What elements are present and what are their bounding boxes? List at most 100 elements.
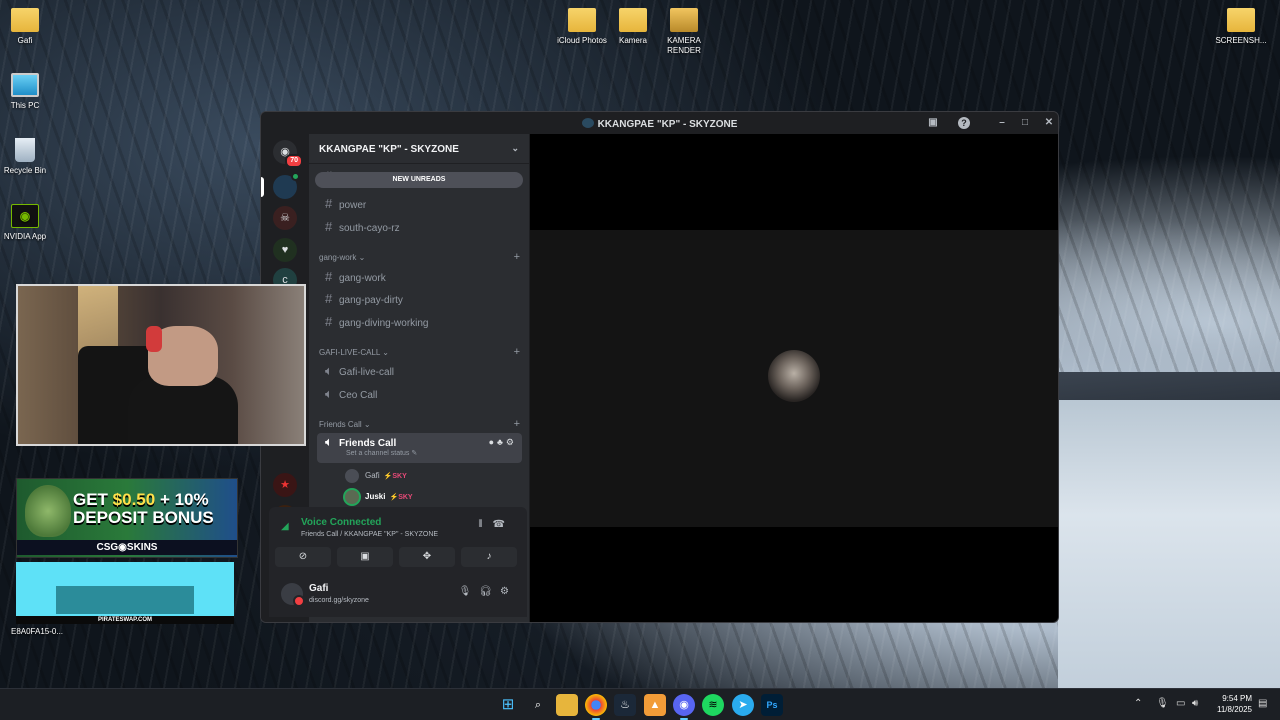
channel-gang-pay-dirty[interactable]: # gang-pay-dirty: [317, 289, 522, 309]
help-icon[interactable]: ?: [958, 117, 970, 129]
chrome-icon[interactable]: [585, 694, 607, 720]
file-explorer-icon[interactable]: [556, 694, 578, 716]
camera-off-icon: ⊘: [298, 551, 308, 562]
minimize-button[interactable]: –: [994, 115, 1010, 131]
channel-actions: ●♣⚙: [489, 433, 517, 451]
voice-member[interactable]: Gafi ⚡SKY: [345, 468, 407, 484]
ad-brand: CSG◉SKINS: [17, 540, 237, 555]
server-icon-mask[interactable]: ☠: [273, 206, 297, 230]
inbox-icon[interactable]: ▣: [925, 115, 941, 131]
user-avatar[interactable]: [281, 583, 305, 607]
server-header[interactable]: KKANGPAE "KP" - SKYZONE ⌄: [309, 134, 529, 164]
voice-member[interactable]: Juski ⚡SKY: [345, 489, 413, 505]
microphone-tray-icon[interactable]: 🎙︎: [1156, 698, 1169, 709]
add-channel-icon[interactable]: +: [514, 418, 520, 430]
direct-messages-icon[interactable]: ◉ 70: [273, 140, 303, 168]
voice-location[interactable]: Friends Call / KKANGPAE "KP" - SKYZONE: [301, 531, 438, 538]
camera-button[interactable]: ⊘: [275, 547, 331, 567]
desktop-icon-screenshots[interactable]: SCREENSH...: [1210, 8, 1272, 46]
speaker-icon: 🔈︎: [325, 363, 333, 378]
ad-headline-prefix: GET: [73, 490, 113, 509]
disconnect-icon[interactable]: ☎: [493, 519, 515, 530]
participant-avatar[interactable]: [768, 350, 820, 402]
channel-power[interactable]: # power: [317, 194, 522, 214]
voice-panel: ◢ Voice Connected Friends Call / KKANGPA…: [269, 507, 527, 617]
sponsor-banner-2[interactable]: PIRATESWAP.COM: [16, 562, 234, 624]
voice-controls: ⫴☎: [478, 519, 515, 530]
steam-icon[interactable]: ♨: [614, 694, 636, 716]
streamer-body: [128, 376, 238, 444]
vlc-icon[interactable]: ▲: [644, 694, 666, 716]
windows-start-icon[interactable]: ⊞: [497, 694, 519, 716]
channel-name: gang-diving-working: [339, 318, 429, 329]
photoshop-icon[interactable]: Ps: [761, 694, 783, 716]
computer-icon: [11, 73, 39, 97]
maximize-button[interactable]: □: [1017, 115, 1033, 131]
webcam-overlay: [16, 284, 306, 446]
desktop-icon-file[interactable]: E8A0FA15-0...: [0, 627, 76, 637]
settings-gear-icon[interactable]: ⚙: [506, 437, 517, 447]
voice-status[interactable]: Voice Connected: [301, 517, 381, 528]
server-icon-star[interactable]: ★: [273, 473, 297, 497]
spotify-icon[interactable]: ≋: [702, 694, 724, 716]
discord-window[interactable]: KKANGPAE "KP" - SKYZONE ▣ ? – □ ✕ ◉ 70 ☠ …: [260, 111, 1059, 623]
desktop-icon-kamera-render[interactable]: KAMERA RENDER: [653, 8, 715, 56]
user-name[interactable]: Gafi: [309, 583, 328, 594]
new-unreads-bar[interactable]: NEW UNREADS: [315, 172, 523, 188]
discord-icon[interactable]: ◉: [673, 694, 695, 720]
server-icon-skyzone[interactable]: [273, 172, 300, 199]
headphones-icon[interactable]: 🎧︎: [479, 586, 500, 597]
channel-gang-work[interactable]: # gang-work: [317, 267, 522, 287]
desktop-icon-nvidia[interactable]: ◉ NVIDIA App: [0, 204, 56, 242]
desktop-icon-recycle-bin[interactable]: Recycle Bin: [0, 138, 56, 176]
noise-suppression-icon[interactable]: ⫴: [478, 519, 492, 530]
window-titlebar[interactable]: KKANGPAE "KP" - SKYZONE ▣ ? – □ ✕: [261, 112, 1058, 134]
invite-icon[interactable]: ♣: [497, 437, 506, 447]
member-name: Gafi: [365, 471, 380, 480]
desktop-icon-this-pc[interactable]: This PC: [0, 73, 56, 111]
notification-icon[interactable]: ▤: [1258, 698, 1267, 709]
notification-badge: 70: [285, 154, 303, 168]
add-channel-icon[interactable]: +: [514, 251, 520, 263]
volume-icon[interactable]: 🔊︎: [1192, 698, 1198, 709]
member-tag-text: SKY: [392, 473, 407, 480]
chevron-up-icon[interactable]: ⌃: [1134, 698, 1142, 709]
channel-status-text: Set a channel status: [346, 450, 410, 457]
desktop-icon-gafi[interactable]: Gafi: [0, 8, 56, 46]
ad-headline-bonus: DEPOSIT BONUS: [73, 508, 214, 527]
activities-icon: ✥: [422, 551, 432, 562]
channel-friends-call[interactable]: 🔈︎ Friends Call Set a channel status ✎ ●♣…: [317, 433, 522, 463]
category-gafi-live-call[interactable]: GAFI-LIVE-CALL ⌄ +: [319, 346, 524, 358]
voice-stage[interactable]: [530, 230, 1058, 527]
screen-share-button[interactable]: ▣: [337, 547, 393, 567]
channel-gang-diving-working[interactable]: # gang-diving-working: [317, 312, 522, 332]
video-stage-top: [530, 134, 1058, 230]
channel-south-cayo-rz[interactable]: # south-cayo-rz: [317, 217, 522, 237]
channel-ceo-call[interactable]: 🔈︎ Ceo Call: [317, 384, 522, 404]
close-button[interactable]: ✕: [1041, 115, 1057, 131]
category-friends-call[interactable]: Friends Call ⌄ +: [319, 418, 524, 430]
sponsor-banner[interactable]: GET $0.50 + 10% DEPOSIT BONUS CSG◉SKINS: [16, 478, 238, 558]
signal-icon[interactable]: ◢: [281, 521, 289, 532]
activities-button[interactable]: ✥: [399, 547, 455, 567]
network-icon[interactable]: ▭: [1176, 698, 1185, 709]
server-icon-heart[interactable]: ♥: [273, 238, 297, 262]
user-settings-gear-icon[interactable]: ⚙: [500, 586, 517, 597]
channel-gafi-live-call[interactable]: 🔈︎ Gafi-live-call: [317, 361, 522, 381]
channel-status[interactable]: Set a channel status ✎: [346, 449, 417, 459]
chat-icon[interactable]: ●: [489, 437, 497, 447]
member-tag: ⚡SKY: [383, 473, 407, 480]
add-channel-icon[interactable]: +: [514, 346, 520, 358]
hash-icon: #: [325, 196, 333, 211]
channel-name: Friends Call: [339, 438, 397, 449]
telegram-icon[interactable]: ➤: [732, 694, 754, 716]
search-icon[interactable]: ⌕: [527, 694, 549, 716]
system-clock[interactable]: 9:54 PM 11/8/2025: [1217, 693, 1252, 715]
desktop-icon-label: NVIDIA App: [3, 232, 47, 241]
microphone-icon[interactable]: 🎙︎: [459, 586, 480, 597]
member-tag: ⚡SKY: [389, 494, 413, 501]
clock-date: 11/8/2025: [1217, 705, 1252, 714]
server-icon: [581, 118, 594, 128]
soundboard-button[interactable]: ♪: [461, 547, 517, 567]
category-gang-work[interactable]: gang-work ⌄ +: [319, 251, 524, 263]
